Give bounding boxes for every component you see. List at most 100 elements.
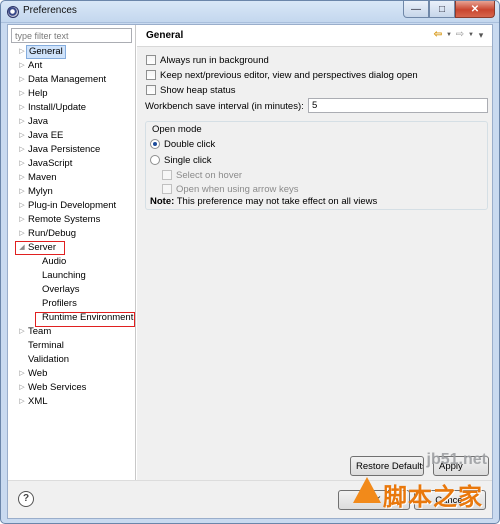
- tree-item[interactable]: ▷ Team: [8, 325, 135, 339]
- minimize-button[interactable]: —: [403, 1, 429, 18]
- tree-item-label: Data Management: [28, 74, 107, 85]
- expand-arrow-icon[interactable]: ▷: [18, 157, 26, 171]
- always-run-background-label: Always run in background: [160, 54, 269, 66]
- filter-input[interactable]: [11, 28, 132, 43]
- select-on-hover-checkbox[interactable]: [162, 170, 172, 180]
- keep-next-prev-checkbox[interactable]: [146, 70, 156, 80]
- tree-item[interactable]: ▷ Java EE: [8, 129, 135, 143]
- tree-item[interactable]: ▷ Install/Update: [8, 101, 135, 115]
- expand-arrow-icon[interactable]: ▷: [18, 395, 26, 409]
- tree-item-label: Remote Systems: [28, 214, 101, 225]
- tree-item[interactable]: Audio: [8, 255, 135, 269]
- title-bar[interactable]: Preferences — □ ✕: [1, 1, 499, 23]
- expand-arrow-icon[interactable]: ▷: [18, 213, 26, 227]
- tree-item[interactable]: ▷ JavaScript: [8, 157, 135, 171]
- tree-item-label: Web: [28, 368, 48, 379]
- expand-arrow-icon[interactable]: ▷: [18, 185, 26, 199]
- expand-arrow-icon[interactable]: ▷: [18, 325, 26, 339]
- tree-item-label: Validation: [28, 354, 70, 365]
- keep-next-prev-option[interactable]: Keep next/previous editor, view and pers…: [146, 68, 418, 82]
- double-click-radio[interactable]: [150, 139, 160, 149]
- expand-arrow-icon[interactable]: ▷: [18, 227, 26, 241]
- tree-item-label: Server: [28, 242, 56, 253]
- open-mode-note: Note: This preference may not take effec…: [150, 196, 377, 207]
- tree-item[interactable]: Launching: [8, 269, 135, 283]
- expand-arrow-icon[interactable]: ◢: [18, 241, 26, 255]
- expand-arrow-icon[interactable]: ▷: [18, 101, 26, 115]
- tree-item[interactable]: ▷ Maven: [8, 171, 135, 185]
- cancel-button[interactable]: Cancel: [414, 490, 486, 510]
- tree-item[interactable]: ▷ Java Persistence: [8, 143, 135, 157]
- preferences-tree-panel: ▷General▷Ant▷Data Management▷Help▷Instal…: [8, 25, 136, 480]
- close-button[interactable]: ✕: [455, 1, 495, 18]
- expand-arrow-icon[interactable]: ▷: [18, 367, 26, 381]
- tree-item[interactable]: ▷ Web: [8, 367, 135, 381]
- open-arrow-keys-option[interactable]: Open when using arrow keys: [162, 182, 299, 196]
- open-arrow-keys-checkbox[interactable]: [162, 184, 172, 194]
- tree-item[interactable]: Overlays: [8, 283, 135, 297]
- tree-item[interactable]: ▷ Ant: [8, 59, 135, 73]
- show-heap-checkbox[interactable]: [146, 85, 156, 95]
- forward-dropdown-icon[interactable]: ▼: [468, 29, 474, 41]
- tree-item[interactable]: ▷ Plug-in Development: [8, 199, 135, 213]
- tree-item[interactable]: Validation: [8, 353, 135, 367]
- apply-button[interactable]: Apply: [433, 456, 489, 476]
- page-title: General: [146, 30, 184, 41]
- tree-item[interactable]: ▷ Data Management: [8, 73, 135, 87]
- tree-item-label: Audio: [42, 256, 67, 267]
- dialog-client-area: ▷General▷Ant▷Data Management▷Help▷Instal…: [7, 24, 493, 519]
- double-click-option[interactable]: Double click: [150, 137, 215, 151]
- expand-arrow-icon[interactable]: ▷: [18, 381, 26, 395]
- expand-arrow-icon[interactable]: ▷: [18, 115, 26, 129]
- tree-item[interactable]: ▷ XML: [8, 395, 135, 409]
- view-menu-icon[interactable]: ▾: [476, 29, 486, 41]
- single-click-label: Single click: [164, 154, 212, 166]
- expand-arrow-icon[interactable]: ▷: [18, 171, 26, 185]
- restore-defaults-button[interactable]: Restore Defaults: [350, 456, 424, 476]
- always-run-background-option[interactable]: Always run in background: [146, 53, 269, 67]
- tree-item-label: General: [26, 45, 66, 59]
- tree-item[interactable]: Terminal: [8, 339, 135, 353]
- back-arrow-icon[interactable]: ⇦: [432, 29, 444, 41]
- expand-arrow-icon[interactable]: ▷: [18, 143, 26, 157]
- tree-item[interactable]: ▷ Web Services: [8, 381, 135, 395]
- select-on-hover-option[interactable]: Select on hover: [162, 168, 242, 182]
- tree-item[interactable]: ▷ General: [8, 45, 135, 59]
- save-interval-input[interactable]: [308, 98, 488, 113]
- tree-item[interactable]: ▷ Run/Debug: [8, 227, 135, 241]
- ok-button[interactable]: OK: [338, 490, 410, 510]
- expand-arrow-icon[interactable]: ▷: [18, 129, 26, 143]
- expand-arrow-icon[interactable]: ▷: [18, 59, 26, 73]
- tree-item[interactable]: Profilers: [8, 297, 135, 311]
- show-heap-option[interactable]: Show heap status: [146, 83, 236, 97]
- tree-item[interactable]: ◢ Server: [8, 241, 135, 255]
- expand-arrow-icon[interactable]: ▷: [18, 45, 26, 59]
- window-controls: — □ ✕: [403, 1, 495, 19]
- tree-item-label: Runtime Environment: [42, 312, 134, 323]
- maximize-button[interactable]: □: [429, 1, 455, 18]
- tree-item-label: XML: [28, 396, 48, 407]
- single-click-option[interactable]: Single click: [150, 153, 212, 167]
- back-dropdown-icon[interactable]: ▼: [446, 29, 452, 41]
- tree-item[interactable]: Runtime Environment: [8, 311, 135, 325]
- tree-item-label: Profilers: [42, 298, 77, 309]
- expand-arrow-icon[interactable]: ▷: [18, 87, 26, 101]
- tree-item[interactable]: ▷ Remote Systems: [8, 213, 135, 227]
- history-nav: ⇦ ▼ ⇨ ▼ ▾: [432, 29, 486, 41]
- help-icon[interactable]: ?: [18, 491, 34, 507]
- expand-arrow-icon[interactable]: ▷: [18, 73, 26, 87]
- single-click-radio[interactable]: [150, 155, 160, 165]
- expand-arrow-icon[interactable]: ▷: [18, 199, 26, 213]
- always-run-background-checkbox[interactable]: [146, 55, 156, 65]
- tree-item[interactable]: ▷ Help: [8, 87, 135, 101]
- tree-item-label: Launching: [42, 270, 86, 281]
- forward-arrow-icon[interactable]: ⇨: [454, 29, 466, 41]
- tree-item[interactable]: ▷ Mylyn: [8, 185, 135, 199]
- tree-item[interactable]: ▷ Java: [8, 115, 135, 129]
